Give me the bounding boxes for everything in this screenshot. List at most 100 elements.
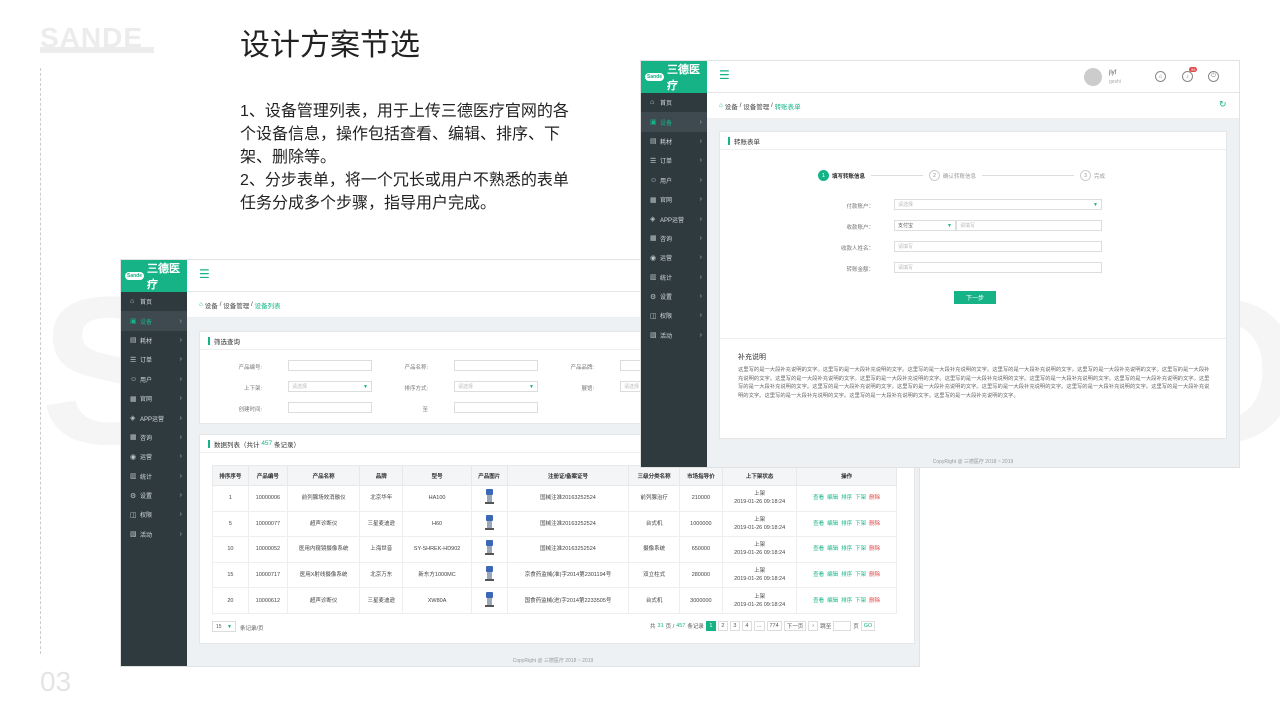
crumb-1[interactable]: 设备	[725, 101, 738, 111]
menu-fold-icon[interactable]: ☰	[719, 68, 730, 82]
op-4-link[interactable]: 删除	[869, 495, 880, 501]
cell-ops: 查看 编辑 排序 下架 删除	[796, 561, 897, 589]
sidebar-item-0[interactable]: ⌂ 首页	[121, 292, 187, 311]
table-row: 15 10000717 医用X射线摄像系统 北京万东 新东方1000MC 京食药监械(准)…	[212, 561, 897, 589]
sidebar-item-4[interactable]: ☺ 用户 ›	[121, 370, 187, 389]
next-page-arrow[interactable]: ›	[808, 621, 819, 631]
created-from-input[interactable]	[288, 402, 372, 413]
sidebar-item-5[interactable]: ▦ 官网 ›	[641, 190, 707, 209]
shelf-select[interactable]: 请选择 ▼	[288, 381, 372, 392]
product-name-input[interactable]	[454, 360, 538, 371]
cell-status: 上架 2019-01-26 09:18:24	[721, 485, 798, 512]
sidebar-item-6[interactable]: ◈ APP运营 ›	[121, 408, 187, 427]
sort-select[interactable]: 请选择 ▼	[454, 381, 538, 392]
crumb-1[interactable]: 设备	[205, 300, 218, 310]
sidebar-item-7[interactable]: ▦ 咨询 ›	[121, 428, 187, 447]
payee-type-select[interactable]: 支付宝 ▼	[894, 220, 956, 231]
op-2-link[interactable]: 排序	[841, 546, 852, 552]
sidebar-item-2[interactable]: ▤ 耗材 ›	[641, 132, 707, 151]
sidebar-item-1[interactable]: ▣ 设备 ›	[121, 311, 187, 331]
op-0-link[interactable]: 查看	[813, 572, 824, 578]
sidebar-item-10[interactable]: ⚙ 设置 ›	[121, 486, 187, 505]
cell-name: 前列腺场效消融仪	[286, 485, 361, 512]
home-icon[interactable]: ⌂	[1155, 71, 1166, 82]
sidebar-item-1[interactable]: ▣ 设备 ›	[641, 112, 707, 132]
sidebar-item-9[interactable]: ▥ 统计 ›	[121, 467, 187, 486]
bell-icon[interactable]: ♪	[1182, 71, 1193, 82]
next-page-button[interactable]: 下一页	[783, 621, 807, 631]
op-1-link[interactable]: 编辑	[827, 495, 838, 501]
op-1-link[interactable]: 编辑	[827, 572, 838, 578]
op-4-link[interactable]: 删除	[869, 546, 880, 552]
sidebar-item-0[interactable]: ⌂ 首页	[641, 93, 707, 112]
op-3-link[interactable]: 下架	[855, 598, 866, 604]
home-icon[interactable]: ⌂	[719, 102, 723, 109]
cell-price: 650000	[678, 536, 723, 563]
next-step-button[interactable]: 下一步	[954, 291, 996, 304]
page-size-select[interactable]: 15 ▼	[212, 621, 236, 632]
menu-fold-icon[interactable]: ☰	[199, 267, 210, 281]
op-0-link[interactable]: 查看	[813, 495, 824, 501]
nav-label: APP运营	[660, 217, 685, 224]
sidebar-item-11[interactable]: ◫ 权限 ›	[641, 306, 707, 325]
cell-code: 10000612	[247, 587, 288, 614]
op-2-link[interactable]: 排序	[841, 521, 852, 527]
page-button[interactable]: 3	[729, 621, 740, 631]
op-4-link[interactable]: 删除	[869, 521, 880, 527]
created-to-input[interactable]	[454, 402, 538, 413]
amount-input[interactable]: 请填写	[894, 262, 1102, 273]
chevron-right-icon: ›	[699, 118, 702, 126]
op-2-link[interactable]: 排序	[841, 495, 852, 501]
jump-page-input[interactable]	[833, 621, 852, 631]
op-1-link[interactable]: 编辑	[827, 546, 838, 552]
sidebar-item-12[interactable]: ▧ 活动 ›	[641, 326, 707, 345]
page-button[interactable]: ...	[753, 621, 765, 631]
op-4-link[interactable]: 删除	[869, 598, 880, 604]
op-3-link[interactable]: 下架	[855, 521, 866, 527]
sidebar-item-3[interactable]: ☰ 订单 ›	[641, 151, 707, 170]
sidebar-item-2[interactable]: ▤ 耗材 ›	[121, 331, 187, 350]
payee-account-input[interactable]: 请填写	[956, 220, 1102, 231]
sidebar-item-9[interactable]: ▥ 统计 ›	[641, 268, 707, 287]
sidebar-item-6[interactable]: ◈ APP运营 ›	[641, 209, 707, 228]
sidebar-item-12[interactable]: ▧ 活动 ›	[121, 525, 187, 544]
cell-status: 上架 2019-01-26 09:18:24	[721, 561, 798, 589]
home-icon[interactable]: ⌂	[199, 301, 203, 308]
sidebar-item-7[interactable]: ▦ 咨询 ›	[641, 229, 707, 248]
chevron-right-icon: ›	[699, 312, 702, 320]
op-3-link[interactable]: 下架	[855, 546, 866, 552]
op-1-link[interactable]: 编辑	[827, 598, 838, 604]
payer-select[interactable]: 请选择 ▼	[894, 199, 1102, 210]
op-2-link[interactable]: 排序	[841, 598, 852, 604]
op-1-link[interactable]: 编辑	[827, 521, 838, 527]
page-button[interactable]: 1	[705, 621, 716, 631]
sidebar-item-11[interactable]: ◫ 权限 ›	[121, 505, 187, 524]
sidebar-item-3[interactable]: ☰ 订单 ›	[121, 350, 187, 369]
page-button[interactable]: 774	[766, 621, 782, 631]
crumb-2[interactable]: 设备管理	[223, 300, 249, 310]
op-0-link[interactable]: 查看	[813, 521, 824, 527]
chevron-right-icon: ›	[179, 530, 182, 538]
cell-name: 超声诊断仪	[286, 587, 361, 614]
go-button[interactable]: GO	[860, 621, 876, 631]
op-3-link[interactable]: 下架	[855, 572, 866, 578]
page-button[interactable]: 2	[717, 621, 728, 631]
crumb-2[interactable]: 设备管理	[743, 101, 769, 111]
refresh-icon[interactable]: ↻	[1219, 99, 1227, 110]
sidebar-item-8[interactable]: ◉ 运营 ›	[641, 248, 707, 267]
op-0-link[interactable]: 查看	[813, 598, 824, 604]
op-3-link[interactable]: 下架	[855, 495, 866, 501]
sidebar-item-5[interactable]: ▦ 官网 ›	[121, 389, 187, 408]
sidebar-item-4[interactable]: ☺ 用户 ›	[641, 171, 707, 190]
avatar[interactable]	[1084, 68, 1102, 86]
op-0-link[interactable]: 查看	[813, 546, 824, 552]
nav-icon: ▤	[650, 138, 657, 146]
product-code-input[interactable]	[288, 360, 372, 371]
payee-name-input[interactable]: 请填写	[894, 241, 1102, 252]
power-icon[interactable]: ⏻	[1208, 71, 1219, 82]
op-4-link[interactable]: 删除	[869, 572, 880, 578]
op-2-link[interactable]: 排序	[841, 572, 852, 578]
page-button[interactable]: 4	[741, 621, 752, 631]
sidebar-item-10[interactable]: ⚙ 设置 ›	[641, 287, 707, 306]
sidebar-item-8[interactable]: ◉ 运营 ›	[121, 447, 187, 466]
